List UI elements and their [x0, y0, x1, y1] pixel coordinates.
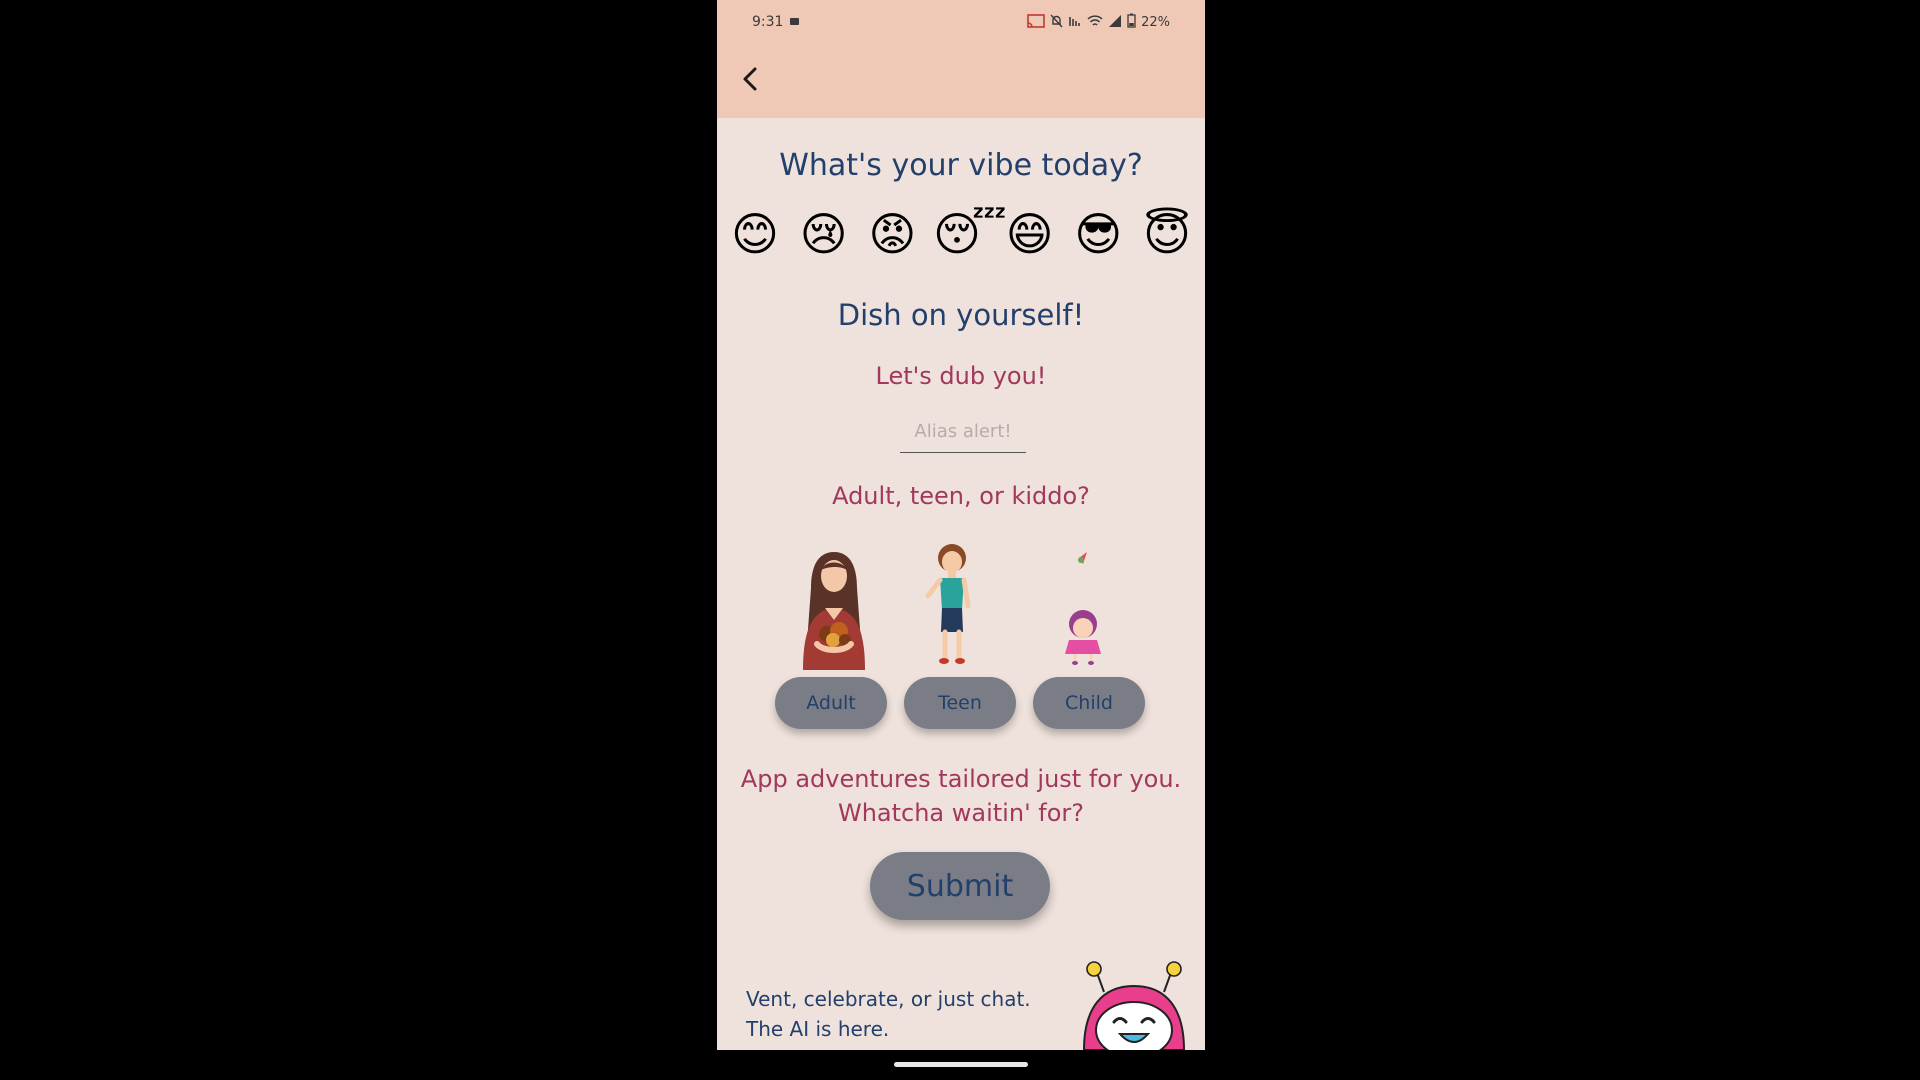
ai-chat-bot-button[interactable] [1074, 958, 1194, 1050]
chevron-left-icon [743, 67, 757, 91]
wifi-icon [1087, 14, 1103, 32]
data-icon [1068, 14, 1082, 32]
app-screen: 9:31 22% What's your vibe today? 😊 😢 😡 😴… [717, 0, 1205, 1050]
tailored-line-2: Whatcha waitin' for? [837, 799, 1085, 827]
child-illustration [1065, 552, 1101, 665]
chat-promo: Vent, celebrate, or just chat. The AI is… [746, 984, 1046, 1044]
alias-input[interactable] [900, 410, 1026, 453]
mood-cool-icon[interactable]: 😎 [1070, 206, 1126, 262]
chat-promo-line-1: Vent, celebrate, or just chat. [746, 987, 1031, 1011]
vibe-title: What's your vibe today? [779, 148, 1143, 183]
status-bar: 9:31 22% [717, 13, 1205, 32]
adult-illustration [803, 552, 865, 670]
age-label: Adult, teen, or kiddo? [832, 482, 1090, 510]
status-time: 9:31 [752, 14, 784, 30]
mood-angel-icon[interactable]: 😇 [1139, 206, 1195, 262]
chat-promo-line-2: The AI is here. [746, 1017, 890, 1041]
mute-icon [1050, 14, 1063, 32]
teen-illustration [925, 544, 971, 664]
signal-icon [1108, 14, 1122, 32]
mood-angry-icon[interactable]: 😡 [864, 206, 920, 262]
screen-record-icon [790, 18, 799, 25]
age-teen-button[interactable]: Teen [904, 677, 1016, 729]
mood-sad-icon[interactable]: 😢 [796, 206, 852, 262]
tailored-message: App adventures tailored just for you. Wh… [717, 762, 1205, 830]
alias-label: Let's dub you! [875, 362, 1047, 390]
age-child-button[interactable]: Child [1033, 677, 1145, 729]
mood-sleepy-icon[interactable]: 😴 [933, 206, 1007, 262]
age-adult-button[interactable]: Adult [775, 677, 887, 729]
tailored-line-1: App adventures tailored just for you. [740, 765, 1182, 793]
status-icons: 22% [1027, 13, 1170, 32]
home-indicator[interactable] [894, 1062, 1028, 1067]
mood-selector: 😊 😢 😡 😴 😄 😎 😇 [727, 206, 1195, 262]
back-button[interactable] [739, 62, 763, 96]
submit-button[interactable]: Submit [870, 852, 1050, 920]
cast-icon [1027, 13, 1045, 32]
header-bar: 9:31 22% [717, 0, 1205, 118]
profile-title: Dish on yourself! [837, 298, 1085, 332]
mood-happy-icon[interactable]: 😊 [727, 206, 783, 262]
battery-icon [1127, 13, 1136, 32]
robot-mascot-icon [1082, 961, 1186, 1050]
battery-percent: 22% [1141, 15, 1170, 30]
mood-grinning-icon[interactable]: 😄 [1002, 206, 1058, 262]
age-illustrations [717, 540, 1205, 670]
